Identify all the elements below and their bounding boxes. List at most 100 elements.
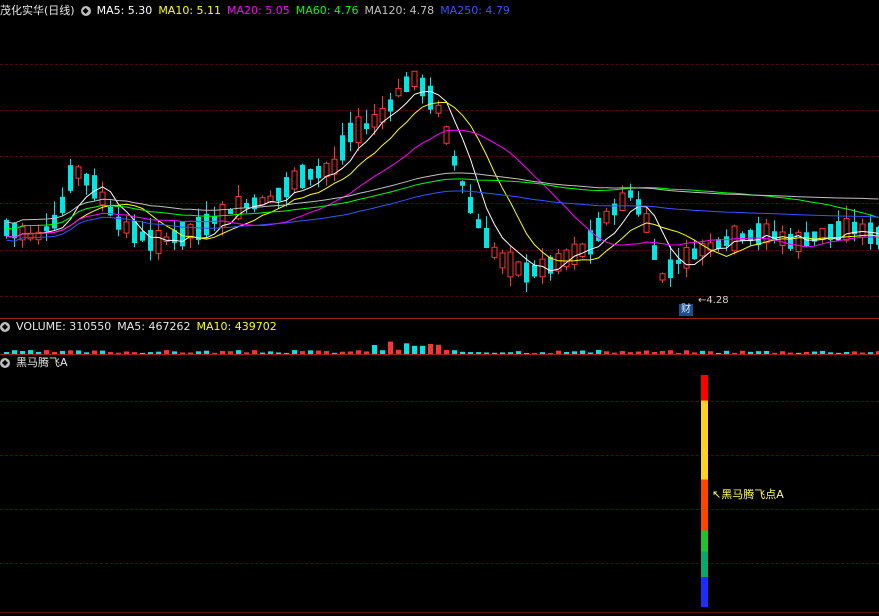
volume-bar (428, 343, 433, 354)
candle-body (532, 264, 537, 277)
candle-body (628, 190, 633, 198)
candle-body (515, 261, 522, 276)
settings-dot-icon[interactable]: ◆ (0, 358, 10, 368)
candle-body (740, 233, 745, 241)
candle-body (603, 210, 610, 224)
candle-body (507, 251, 514, 278)
candle-body (395, 87, 402, 97)
candle-body (443, 126, 450, 144)
candle-body (452, 156, 457, 166)
candle-body (468, 196, 473, 214)
ma120-label: MA120: 4.78 (364, 4, 435, 17)
candle-body (460, 181, 465, 186)
moving-average-line (6, 178, 879, 230)
candle-body (84, 173, 89, 186)
candle-body (355, 116, 362, 144)
candle-body (180, 221, 185, 247)
candle-body (692, 248, 697, 260)
candle-body (348, 122, 353, 143)
candle-body (308, 168, 313, 180)
candle-body (539, 258, 546, 278)
candle-body (579, 243, 586, 257)
ma60-label: MA60: 4.76 (295, 4, 359, 17)
candle-body (52, 214, 57, 229)
candle-body (404, 76, 409, 93)
candle-body (724, 236, 729, 246)
candle-body (300, 164, 305, 189)
candle-body (60, 196, 65, 213)
ma250-label: MA250: 4.79 (440, 4, 510, 17)
candle-body (428, 85, 433, 110)
candle-body (132, 220, 137, 244)
signal-bar[interactable] (701, 375, 708, 607)
candle-body (291, 170, 298, 190)
candle-body (379, 107, 386, 123)
bottom-axis (0, 612, 879, 613)
ma20-label: MA20: 5.05 (227, 4, 290, 17)
grid-line (0, 455, 879, 456)
candle-body (763, 223, 770, 244)
candle-body (364, 123, 369, 129)
volume-bar (372, 345, 377, 354)
candle-body (204, 213, 209, 236)
finance-badge[interactable]: 财 (679, 304, 693, 316)
candle-body (868, 222, 873, 245)
moving-average-line (6, 172, 879, 224)
settings-dot-icon[interactable]: ◆ (0, 322, 10, 332)
candle-body (588, 230, 593, 255)
volume-label: VOLUME: 310550 (16, 320, 112, 333)
candle-body (788, 233, 793, 249)
ma5-label: MA5: 5.30 (96, 4, 153, 17)
candle-body (612, 203, 617, 216)
candle-body (259, 197, 266, 206)
stock-title: 茂化实华(日线) (0, 4, 75, 17)
candle-body (420, 77, 425, 97)
candle-body (44, 226, 49, 232)
moving-average-line (6, 190, 879, 242)
candle-body (99, 191, 106, 206)
candle-body (659, 273, 666, 281)
candle-body (484, 227, 489, 249)
grid-line (0, 563, 879, 564)
volume-header: ◆ VOLUME: 310550 MA5: 467262 MA10: 439702 (0, 319, 283, 335)
candle-body (524, 262, 529, 283)
volume-chart[interactable] (0, 336, 879, 356)
indicator-name: 黑马腾飞A (16, 356, 68, 369)
candle-body (748, 229, 753, 242)
candle-body (411, 70, 418, 88)
moving-average-line (6, 101, 879, 262)
volume-bar (404, 343, 409, 354)
candle-body (756, 223, 761, 246)
candle-body (92, 175, 97, 199)
candle-body (212, 216, 217, 224)
candle-body (316, 166, 321, 179)
candle-body (244, 202, 249, 209)
candle-body (716, 239, 721, 249)
candle-body (284, 177, 289, 198)
volume-bar (412, 345, 417, 354)
candle-body (676, 259, 681, 264)
grid-line (0, 401, 879, 402)
candle-body (668, 259, 673, 279)
candle-body (228, 209, 233, 215)
candle-body (276, 187, 281, 201)
candle-body (323, 162, 330, 178)
candle-body (652, 245, 657, 260)
candlestick-chart[interactable] (0, 18, 879, 318)
candle-body (371, 113, 378, 128)
low-price-value: 4.28 (706, 295, 729, 306)
candle-body (75, 166, 82, 179)
candle-body (571, 243, 578, 265)
volume-ma10-label: MA10: 439702 (196, 320, 277, 333)
indicator-header: ◆ 黑马腾飞A (0, 355, 74, 371)
moving-average-line (6, 129, 879, 248)
main-header: 茂化实华(日线) ◆ MA5: 5.30 MA10: 5.11 MA20: 5.05 MA… (0, 3, 516, 19)
panel-separator[interactable] (0, 354, 879, 355)
candle-body (123, 221, 130, 234)
volume-bar (420, 345, 425, 354)
candle-body (499, 252, 506, 269)
candle-body (155, 229, 162, 254)
signal-label: ↖黑马腾飞点A (712, 488, 784, 501)
candle-body (196, 216, 201, 241)
settings-dot-icon[interactable]: ◆ (80, 6, 91, 16)
